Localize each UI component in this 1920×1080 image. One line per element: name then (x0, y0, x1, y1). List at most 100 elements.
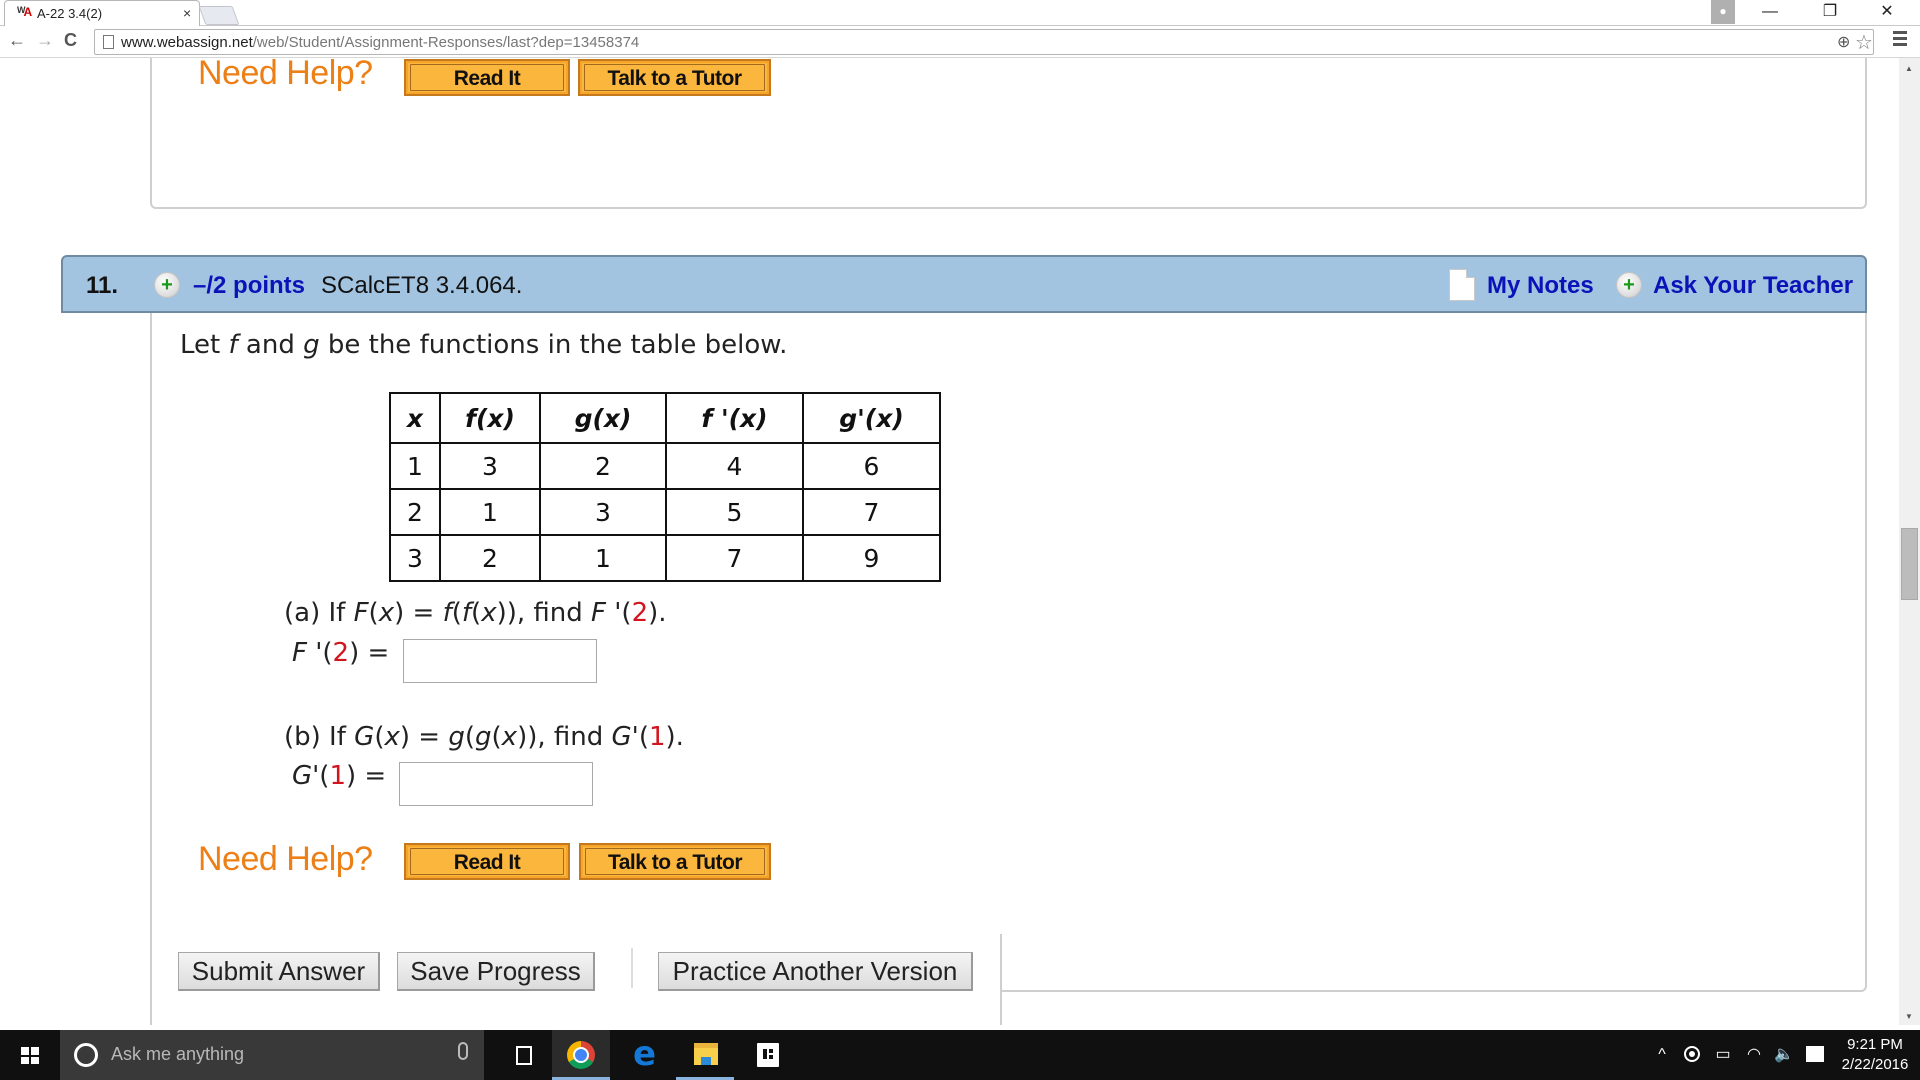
part-a-answer-label: F '(2) = (292, 638, 390, 668)
chrome-menu-icon[interactable] (1893, 31, 1907, 49)
read-it-button[interactable]: Read It (404, 843, 570, 880)
store-bag-icon (757, 1043, 779, 1067)
need-help-label-top: Need Help? (198, 58, 373, 92)
scroll-down-arrow-icon[interactable]: ▼ (1905, 1012, 1913, 1021)
zoom-icon[interactable]: ⊕ (1837, 32, 1850, 52)
webassign-favicon-icon: WA (17, 5, 32, 19)
folder-icon (694, 1043, 718, 1065)
record-tray-icon[interactable] (1680, 1030, 1704, 1080)
table-cell: 9 (802, 534, 941, 582)
header-g-prime: g'(x) (802, 392, 941, 444)
button-divider (631, 948, 633, 988)
browser-tab-active[interactable]: WA A-22 3.4(2) × (4, 0, 200, 26)
page-icon (103, 35, 114, 49)
table-cell: 3 (539, 488, 667, 536)
clock-date: 2/22/2016 (1841, 1056, 1909, 1073)
expand-plus-icon[interactable]: + (154, 272, 180, 298)
table-row: 2 1 3 5 7 (389, 488, 941, 536)
back-arrow-icon[interactable]: ← (8, 30, 26, 51)
part-b-answer-label: G'(1) = (292, 761, 387, 791)
vertical-scrollbar[interactable]: ▲ ▼ (1899, 58, 1920, 1025)
tab-close-icon[interactable]: × (183, 5, 191, 21)
ask-your-teacher-link[interactable]: Ask Your Teacher (1653, 272, 1853, 300)
table-cell: 1 (439, 488, 541, 536)
submit-answer-button[interactable]: Submit Answer (178, 952, 380, 991)
bookmark-star-icon[interactable]: ☆ (1855, 30, 1873, 55)
header-g: g(x) (539, 392, 667, 444)
microphone-icon[interactable] (458, 1042, 468, 1060)
notes-page-icon[interactable] (1449, 269, 1475, 301)
header-x: x (389, 392, 441, 444)
restore-button[interactable]: ❐ (1807, 0, 1853, 24)
table-cell: 2 (389, 488, 441, 536)
edge-taskbar-button[interactable]: e (616, 1030, 674, 1080)
clock-time: 9:21 PM (1847, 1036, 1903, 1053)
question-header: 11. + –/2 points SCalcET8 3.4.064. My No… (61, 255, 1867, 313)
chrome-icon (567, 1041, 595, 1069)
forward-arrow-icon[interactable]: → (36, 30, 54, 51)
new-tab-button[interactable] (198, 6, 240, 25)
ask-teacher-plus-icon[interactable]: + (1616, 272, 1642, 298)
part-a-answer-input[interactable] (403, 639, 597, 683)
save-progress-button[interactable]: Save Progress (397, 952, 595, 991)
table-cell: 6 (802, 442, 941, 490)
part-a-question: (a) If F(x) = f(f(x)), find F '(2). (284, 598, 667, 628)
table-header-row: x f(x) g(x) f '(x) g'(x) (389, 392, 941, 444)
cortana-search-box[interactable]: Ask me anything (60, 1030, 484, 1080)
table-cell: 2 (539, 442, 667, 490)
file-explorer-taskbar-button[interactable] (676, 1030, 734, 1080)
action-center-icon[interactable] (1802, 1030, 1828, 1080)
address-bar[interactable]: www.webassign.net/web/Student/Assignment… (94, 29, 1874, 55)
part-b-point-value: 1 (648, 722, 666, 752)
table-cell: 7 (665, 534, 804, 582)
wifi-icon[interactable]: ◠ (1742, 1030, 1766, 1080)
part-a-point-value: 2 (631, 598, 649, 628)
show-hidden-icons-chevron-icon[interactable]: ^ (1650, 1030, 1674, 1080)
url-text[interactable]: www.webassign.net/web/Student/Assignment… (121, 34, 639, 51)
table-cell: 5 (665, 488, 804, 536)
my-notes-link[interactable]: My Notes (1487, 272, 1594, 300)
page-viewport: Need Help? Read It Talk to a Tutor 11. +… (0, 58, 1899, 1025)
practice-another-version-button[interactable]: Practice Another Version (658, 952, 973, 991)
talk-to-tutor-button-top[interactable]: Talk to a Tutor (578, 59, 771, 96)
table-cell: 3 (389, 534, 441, 582)
scrollbar-thumb[interactable] (1901, 528, 1918, 600)
part-b-answer-input[interactable] (399, 762, 593, 806)
system-clock[interactable]: 9:21 PM 2/22/2016 (1836, 1035, 1914, 1075)
user-profile-icon[interactable]: ● (1711, 0, 1735, 24)
edge-icon: e (633, 1034, 657, 1074)
talk-to-tutor-button[interactable]: Talk to a Tutor (579, 843, 771, 880)
table-cell: 1 (539, 534, 667, 582)
task-view-button[interactable] (496, 1030, 554, 1080)
table-row: 1 3 2 4 6 (389, 442, 941, 490)
scroll-up-arrow-icon[interactable]: ▲ (1905, 64, 1913, 73)
windows-taskbar: Ask me anything e ^ ▭ ◠ 🔈 9:21 PM 2/22/2… (0, 1030, 1920, 1080)
header-f-prime: f '(x) (665, 392, 804, 444)
close-window-button[interactable]: ✕ (1864, 0, 1910, 24)
question-code: SCalcET8 3.4.064. (321, 272, 523, 299)
minimize-button[interactable]: — (1747, 0, 1793, 24)
question-points-link[interactable]: –/2 points (193, 272, 305, 300)
table-row: 3 2 1 7 9 (389, 534, 941, 582)
cortana-icon (74, 1043, 98, 1067)
tab-title: A-22 3.4(2) (37, 6, 103, 21)
part-b-question: (b) If G(x) = g(g(x)), find G'(1). (284, 722, 684, 752)
reload-icon[interactable]: C (64, 30, 77, 51)
table-cell: 1 (389, 442, 441, 490)
table-cell: 7 (802, 488, 941, 536)
start-button[interactable] (0, 1030, 60, 1080)
function-values-table: x f(x) g(x) f '(x) g'(x) 1 3 2 4 6 2 1 3… (389, 392, 941, 582)
volume-icon[interactable]: 🔈 (1772, 1030, 1796, 1080)
battery-icon[interactable]: ▭ (1710, 1030, 1736, 1080)
chrome-taskbar-button[interactable] (552, 1030, 610, 1080)
task-view-icon (516, 1046, 532, 1065)
question-number: 11. (86, 272, 119, 299)
question-intro: Let f and g be the functions in the tabl… (180, 330, 788, 360)
windows-logo-icon (21, 1047, 39, 1064)
table-cell: 3 (439, 442, 541, 490)
table-cell: 2 (439, 534, 541, 582)
store-taskbar-button[interactable] (738, 1030, 796, 1080)
table-cell: 4 (665, 442, 804, 490)
read-it-button-top[interactable]: Read It (404, 59, 570, 96)
header-f: f(x) (439, 392, 541, 444)
